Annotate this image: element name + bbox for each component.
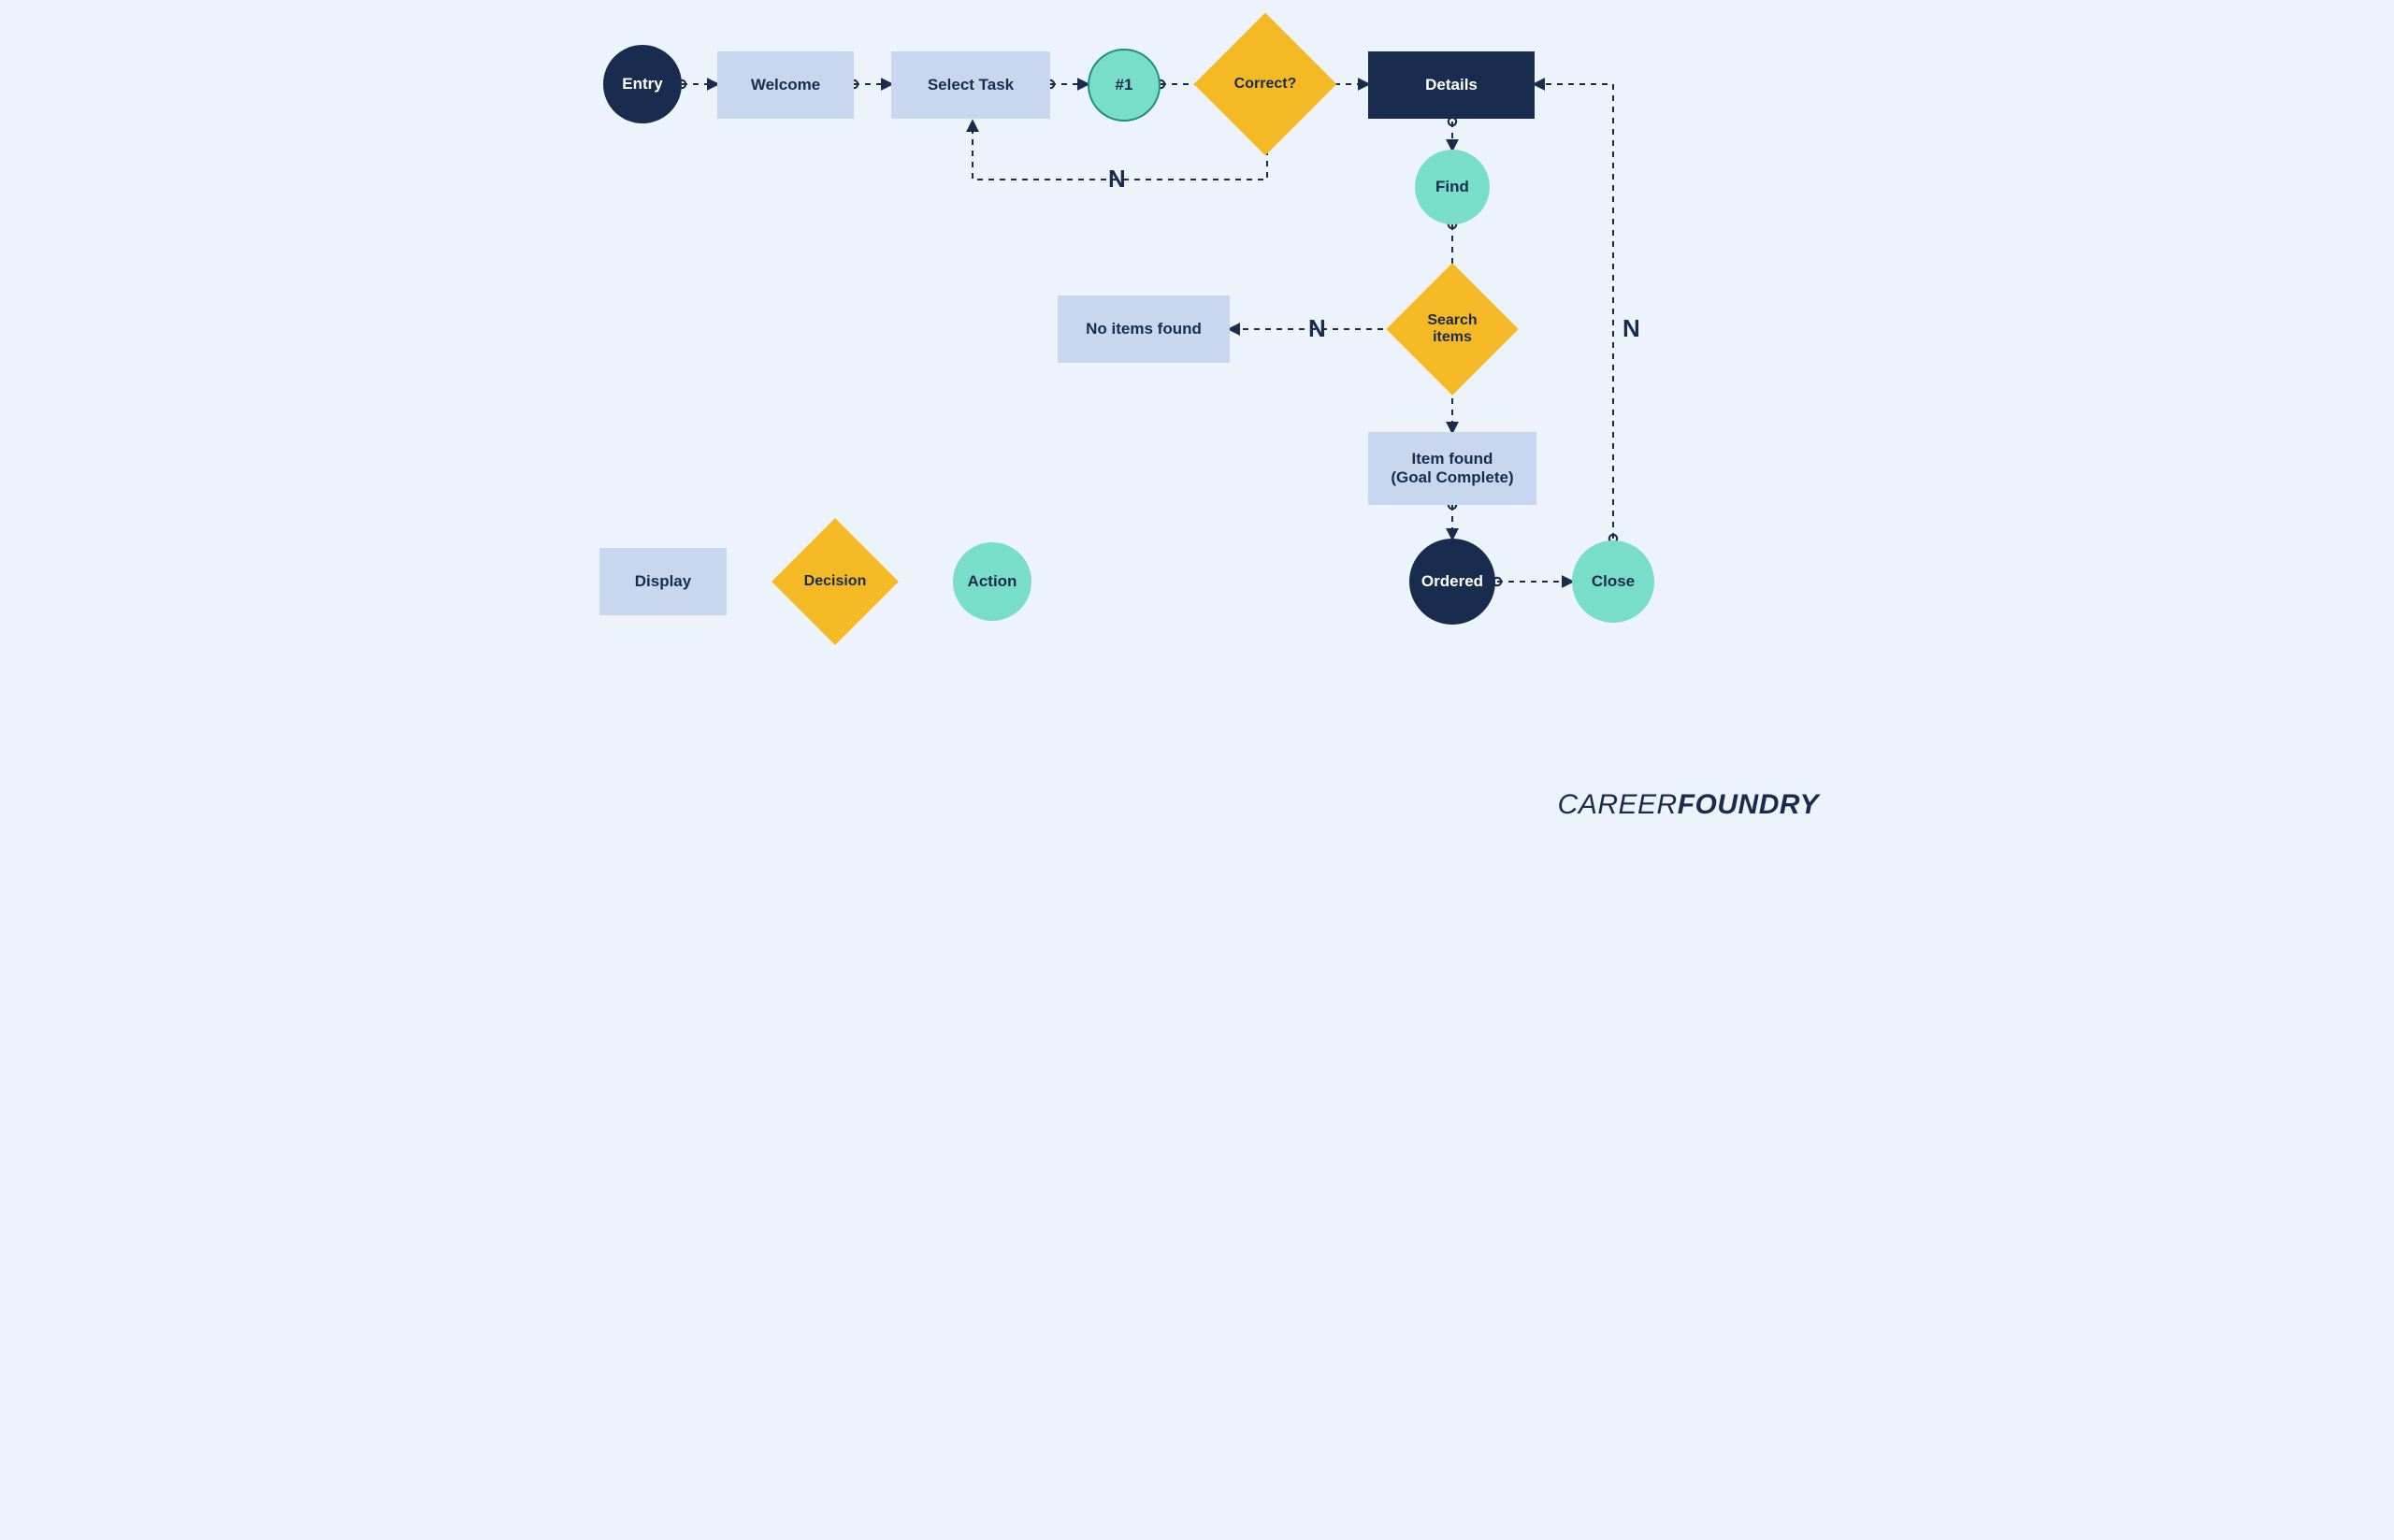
edge-label-close-no: N bbox=[1622, 314, 1640, 343]
legend-decision-label: Decision bbox=[800, 573, 871, 590]
node-no-items-label: No items found bbox=[1086, 320, 1202, 338]
node-welcome-label: Welcome bbox=[751, 76, 820, 94]
edge-label-search-no: N bbox=[1308, 314, 1326, 343]
brand-logo: CAREERFOUNDRY bbox=[1558, 789, 1819, 821]
node-details-label: Details bbox=[1425, 76, 1478, 94]
legend-action-label: Action bbox=[968, 572, 1017, 591]
edge-label-correct-no: N bbox=[1108, 165, 1126, 194]
flowchart-canvas: Entry Welcome Select Task #1 Correct? De… bbox=[538, 0, 1856, 842]
node-welcome: Welcome bbox=[717, 51, 854, 119]
edges-layer bbox=[538, 0, 1856, 842]
node-find-label: Find bbox=[1435, 178, 1469, 196]
legend-display: Display bbox=[599, 548, 727, 615]
node-ordered: Ordered bbox=[1409, 539, 1495, 625]
brand-part2: FOUNDRY bbox=[1678, 789, 1819, 820]
node-select-task: Select Task bbox=[891, 51, 1050, 119]
node-item-found-label: Item found (Goal Complete) bbox=[1391, 450, 1513, 486]
node-entry-label: Entry bbox=[622, 75, 662, 94]
node-correct-decision: Correct? bbox=[1215, 34, 1316, 135]
node-search-items-label: Search items bbox=[1423, 312, 1480, 347]
node-select-task-label: Select Task bbox=[928, 76, 1014, 94]
node-close-label: Close bbox=[1592, 572, 1635, 591]
node-ordered-label: Ordered bbox=[1421, 572, 1483, 591]
node-details: Details bbox=[1368, 51, 1535, 119]
node-find: Find bbox=[1415, 150, 1490, 224]
node-search-items-decision: Search items bbox=[1406, 282, 1499, 376]
node-entry: Entry bbox=[603, 45, 682, 123]
node-item-found: Item found (Goal Complete) bbox=[1368, 432, 1536, 505]
node-close: Close bbox=[1572, 540, 1654, 623]
node-ref1-label: #1 bbox=[1116, 76, 1133, 94]
node-correct-label: Correct? bbox=[1231, 76, 1301, 93]
node-no-items-found: No items found bbox=[1058, 295, 1230, 363]
legend-action: Action bbox=[953, 542, 1031, 621]
node-ref1: #1 bbox=[1088, 49, 1161, 122]
legend-decision: Decision bbox=[790, 537, 880, 626]
brand-part1: CAREER bbox=[1558, 789, 1678, 820]
legend-display-label: Display bbox=[635, 572, 691, 591]
